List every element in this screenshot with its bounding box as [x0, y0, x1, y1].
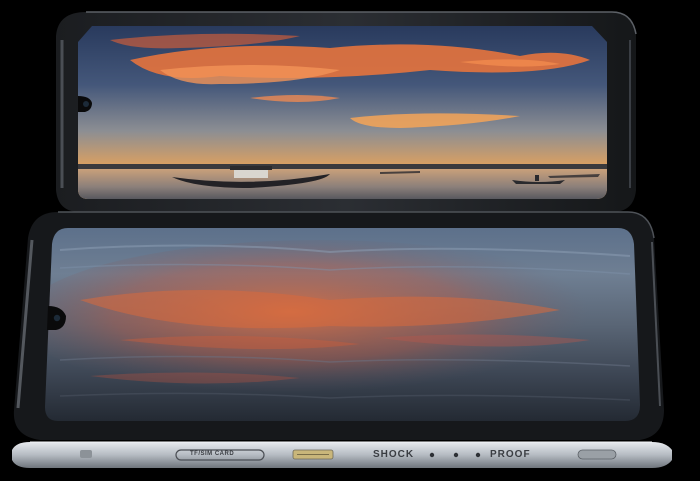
sunset-sky-screen — [78, 26, 607, 199]
shock-label: SHOCK — [373, 449, 415, 460]
dual-screen-phone-illustration — [12, 11, 672, 468]
screw-dot — [429, 452, 435, 458]
screw-dot — [453, 452, 459, 458]
proof-label: PROOF — [490, 449, 531, 460]
top-screen-device — [56, 11, 637, 212]
water-reflection-screen — [45, 228, 640, 421]
sim-slot-label: TF/SIM CARD — [190, 451, 235, 457]
metal-side-rail — [12, 441, 672, 468]
screw-dot — [475, 452, 481, 458]
product-photo: TF/SIM CARD SHOCK PROOF — [0, 0, 700, 476]
speaker-grille — [577, 449, 617, 460]
side-button[interactable] — [80, 450, 92, 458]
bottom-screen-device — [13, 211, 665, 440]
